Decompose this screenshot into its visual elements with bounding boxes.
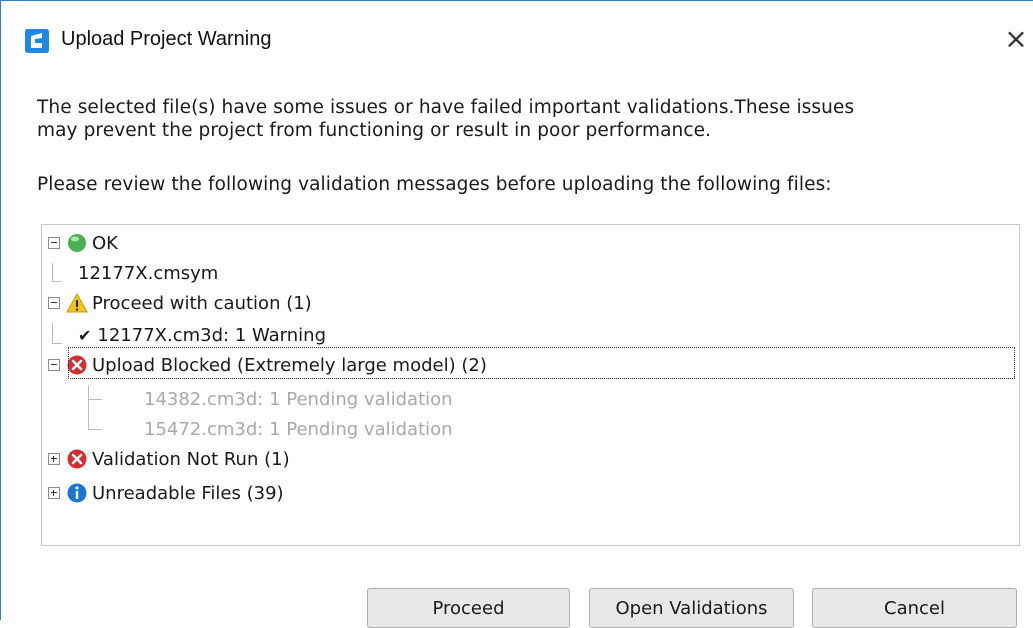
tree-connector [52, 323, 53, 343]
tree-group-caution[interactable]: Proceed with caution (1) [48, 289, 312, 317]
tree-item[interactable]: 12177X.cmsym [78, 259, 218, 287]
upload-warning-dialog: Upload Project Warning × The selected fi… [0, 0, 1033, 628]
tree-connector [88, 385, 89, 429]
warning-message-line-2: may prevent the project from functioning… [37, 120, 712, 141]
tree-connector [52, 343, 62, 344]
close-icon[interactable]: × [996, 19, 1033, 59]
tree-item[interactable]: 15472.cm3d: 1 Pending validation [144, 415, 453, 443]
tree-connector [52, 281, 62, 282]
green-circle-icon [66, 232, 88, 254]
selection-focus-outline [68, 347, 1015, 379]
collapse-toggle[interactable] [48, 359, 60, 371]
tree-item-label: 12177X.cm3d: 1 Warning [97, 324, 326, 346]
tree-connector [52, 263, 53, 281]
tree-connector [88, 399, 102, 400]
validation-tree[interactable]: OK 12177X.cmsym Proceed with caution (1)… [41, 224, 1020, 546]
tree-item[interactable]: 14382.cm3d: 1 Pending validation [144, 385, 453, 413]
red-x-icon [66, 448, 88, 470]
info-icon [66, 482, 88, 504]
tree-item-label: 15472.cm3d: 1 Pending validation [144, 418, 453, 440]
tree-connector [88, 429, 102, 430]
tree-group-label: OK [92, 232, 118, 254]
warning-triangle-icon [66, 292, 88, 314]
tree-group-label: Validation Not Run (1) [92, 448, 290, 470]
open-validations-button[interactable]: Open Validations [589, 588, 794, 628]
warning-message-line-1: The selected file(s) have some issues or… [37, 97, 855, 118]
collapse-toggle[interactable] [48, 297, 60, 309]
tree-group-validation-not-run[interactable]: Validation Not Run (1) [48, 445, 290, 473]
title-bar: Upload Project Warning × [1, 1, 1033, 85]
tree-item[interactable]: ✔ 12177X.cm3d: 1 Warning [78, 321, 326, 349]
app-logo-icon [25, 29, 49, 53]
cancel-button[interactable]: Cancel [812, 588, 1017, 628]
tree-group-label: Proceed with caution (1) [92, 292, 312, 314]
tree-item-label: 14382.cm3d: 1 Pending validation [144, 388, 453, 410]
tree-item-label: 12177X.cmsym [78, 262, 219, 284]
proceed-button[interactable]: Proceed [367, 588, 570, 628]
checkmark-icon: ✔ [78, 325, 92, 345]
expand-toggle[interactable] [48, 487, 60, 499]
tree-group-ok[interactable]: OK [48, 229, 118, 257]
tree-group-unreadable-files[interactable]: Unreadable Files (39) [48, 479, 284, 507]
review-instruction: Please review the following validation m… [37, 174, 832, 195]
tree-group-label: Unreadable Files (39) [92, 482, 284, 504]
collapse-toggle[interactable] [48, 237, 60, 249]
expand-toggle[interactable] [48, 453, 60, 465]
dialog-title: Upload Project Warning [61, 28, 272, 50]
